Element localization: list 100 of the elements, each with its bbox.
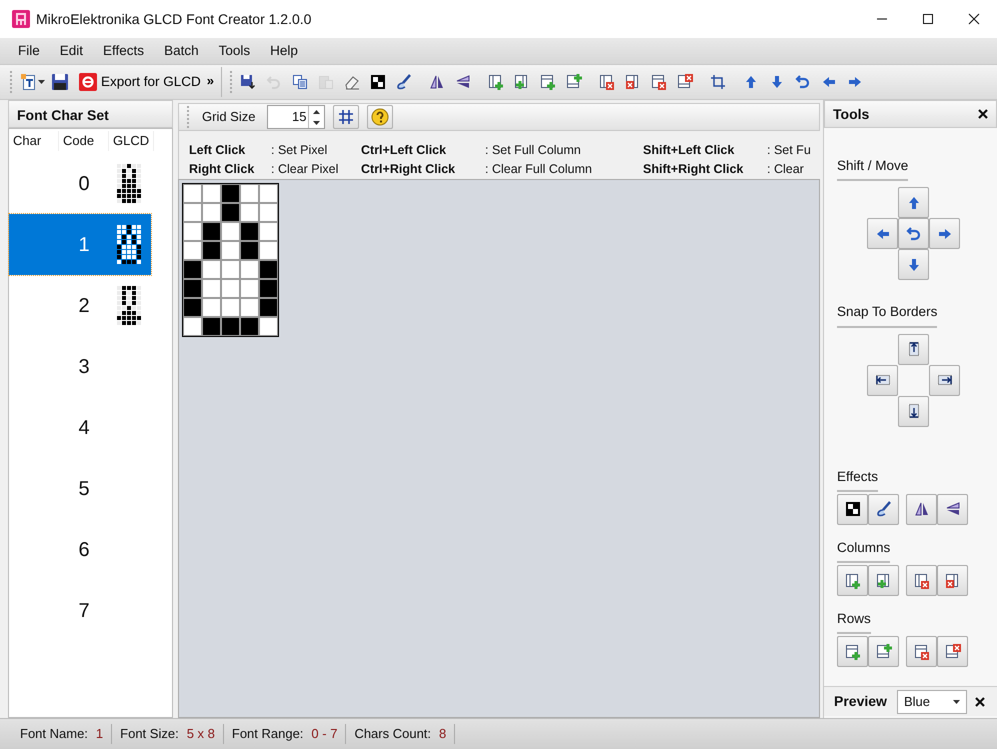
- char-row[interactable]: 4: [9, 397, 151, 458]
- grid-size-field[interactable]: 15: [267, 105, 326, 129]
- shortcut-action: : Set Full Column: [485, 142, 581, 159]
- grid-plus-icon: [540, 74, 556, 90]
- pixel-cell[interactable]: [221, 184, 240, 203]
- tool-button[interactable]: [898, 396, 929, 426]
- tool-button[interactable]: [837, 636, 868, 668]
- pixel-cell[interactable]: [183, 317, 202, 336]
- pixel-cell[interactable]: [221, 260, 240, 279]
- tool-button[interactable]: [837, 565, 868, 596]
- pixel-cell[interactable]: [202, 203, 221, 222]
- pixel-cell[interactable]: [240, 279, 259, 298]
- spin-down-icon: [313, 120, 320, 124]
- column-header[interactable]: Char: [9, 131, 59, 151]
- menu-item[interactable]: Effects: [93, 38, 154, 64]
- pixel-cell[interactable]: [221, 317, 240, 336]
- pixel-cell[interactable]: [259, 260, 278, 279]
- pixel-cell[interactable]: [202, 222, 221, 241]
- shortcut-action: : Set Pixel: [271, 142, 328, 159]
- pixel-cell[interactable]: [202, 184, 221, 203]
- pixel-cell[interactable]: [240, 298, 259, 317]
- pixel-cell[interactable]: [240, 260, 259, 279]
- preview-label: Preview: [834, 692, 887, 711]
- overflow-button[interactable]: »: [204, 68, 218, 96]
- preview-dropdown[interactable]: Blue: [896, 690, 967, 714]
- pixel-cell[interactable]: [240, 203, 259, 222]
- status-label: Font Size:: [120, 725, 179, 744]
- shortcut-key: Ctrl+Left Click: [361, 141, 485, 160]
- grid-cross-icon: [914, 644, 930, 660]
- tool-button[interactable]: [898, 334, 929, 364]
- pixel-cell[interactable]: [259, 241, 278, 260]
- window-title: MikroElektronika GLCD Font Creator 1.2.0.0: [36, 10, 312, 28]
- char-row[interactable]: 2: [9, 275, 151, 336]
- floppy-arrow-icon: [240, 74, 256, 90]
- section-title: Effects: [837, 466, 878, 492]
- char-row[interactable]: 7: [9, 580, 151, 641]
- char-row[interactable]: 3: [9, 336, 151, 397]
- pixel-cell[interactable]: [259, 222, 278, 241]
- close-icon: [974, 696, 985, 706]
- pixel-cell[interactable]: [202, 298, 221, 317]
- tool-button[interactable]: [937, 636, 968, 668]
- pixel-cell[interactable]: [221, 203, 240, 222]
- menu-item[interactable]: Edit: [50, 38, 94, 64]
- undo-icon: [266, 74, 282, 90]
- crop-icon: [710, 74, 726, 90]
- tool-button[interactable]: [937, 565, 968, 596]
- pixel-cell[interactable]: [183, 184, 202, 203]
- status-value: 8: [439, 725, 446, 744]
- char-row[interactable]: 0: [9, 153, 151, 214]
- pixel-cell[interactable]: [202, 260, 221, 279]
- tool-button[interactable]: [868, 565, 899, 596]
- pixel-cell[interactable]: [202, 317, 221, 336]
- tool-button[interactable]: [929, 364, 960, 396]
- pixel-cell[interactable]: [240, 317, 259, 336]
- tool-button[interactable]: [906, 565, 937, 596]
- tool-button[interactable]: [937, 494, 968, 525]
- tool-button[interactable]: [906, 636, 937, 668]
- pixel-cell[interactable]: [240, 222, 259, 241]
- column-header[interactable]: GLCD: [109, 131, 154, 151]
- copy-icon: [292, 74, 308, 90]
- pixel-cell[interactable]: [202, 279, 221, 298]
- tool-button[interactable]: [906, 494, 937, 525]
- shortcut-action: : Clear Pixel: [271, 160, 338, 178]
- pixel-cell[interactable]: [240, 184, 259, 203]
- help-button[interactable]: [367, 105, 394, 129]
- caret-icon: [38, 80, 45, 84]
- tool-button[interactable]: [868, 636, 899, 668]
- pixel-cell[interactable]: [183, 222, 202, 241]
- menu-item[interactable]: Batch: [154, 38, 209, 64]
- column-header[interactable]: Code: [59, 131, 109, 151]
- menu-item[interactable]: Tools: [208, 38, 260, 64]
- char-row[interactable]: 1: [9, 214, 151, 275]
- tool-button[interactable]: [868, 494, 899, 525]
- pixel-cell[interactable]: [259, 279, 278, 298]
- export-button[interactable]: Export for GLCD: [76, 68, 204, 96]
- tool-button[interactable]: [837, 494, 868, 525]
- pixel-cell[interactable]: [240, 241, 259, 260]
- pixel-cell[interactable]: [221, 222, 240, 241]
- pixel-cell[interactable]: [183, 279, 202, 298]
- pixel-cell[interactable]: [259, 317, 278, 336]
- tool-button[interactable]: [867, 364, 898, 396]
- checker-icon: [370, 74, 386, 90]
- pixel-cell[interactable]: [221, 298, 240, 317]
- pixel-cell[interactable]: [221, 279, 240, 298]
- pixel-cell[interactable]: [221, 241, 240, 260]
- status-value: 1: [96, 725, 104, 744]
- pixel-cell[interactable]: [202, 241, 221, 260]
- pixel-cell[interactable]: [259, 184, 278, 203]
- pixel-cell[interactable]: [183, 203, 202, 222]
- shortcut-action: : Clear: [767, 160, 804, 178]
- grid-toggle-button[interactable]: [333, 105, 360, 129]
- pixel-cell[interactable]: [183, 298, 202, 317]
- menu-item[interactable]: Help: [260, 38, 308, 64]
- pixel-cell[interactable]: [259, 298, 278, 317]
- char-row[interactable]: 5: [9, 458, 151, 519]
- pixel-cell[interactable]: [259, 203, 278, 222]
- pixel-cell[interactable]: [183, 241, 202, 260]
- char-row[interactable]: 6: [9, 519, 151, 580]
- menu-item[interactable]: File: [8, 38, 50, 64]
- pixel-cell[interactable]: [183, 260, 202, 279]
